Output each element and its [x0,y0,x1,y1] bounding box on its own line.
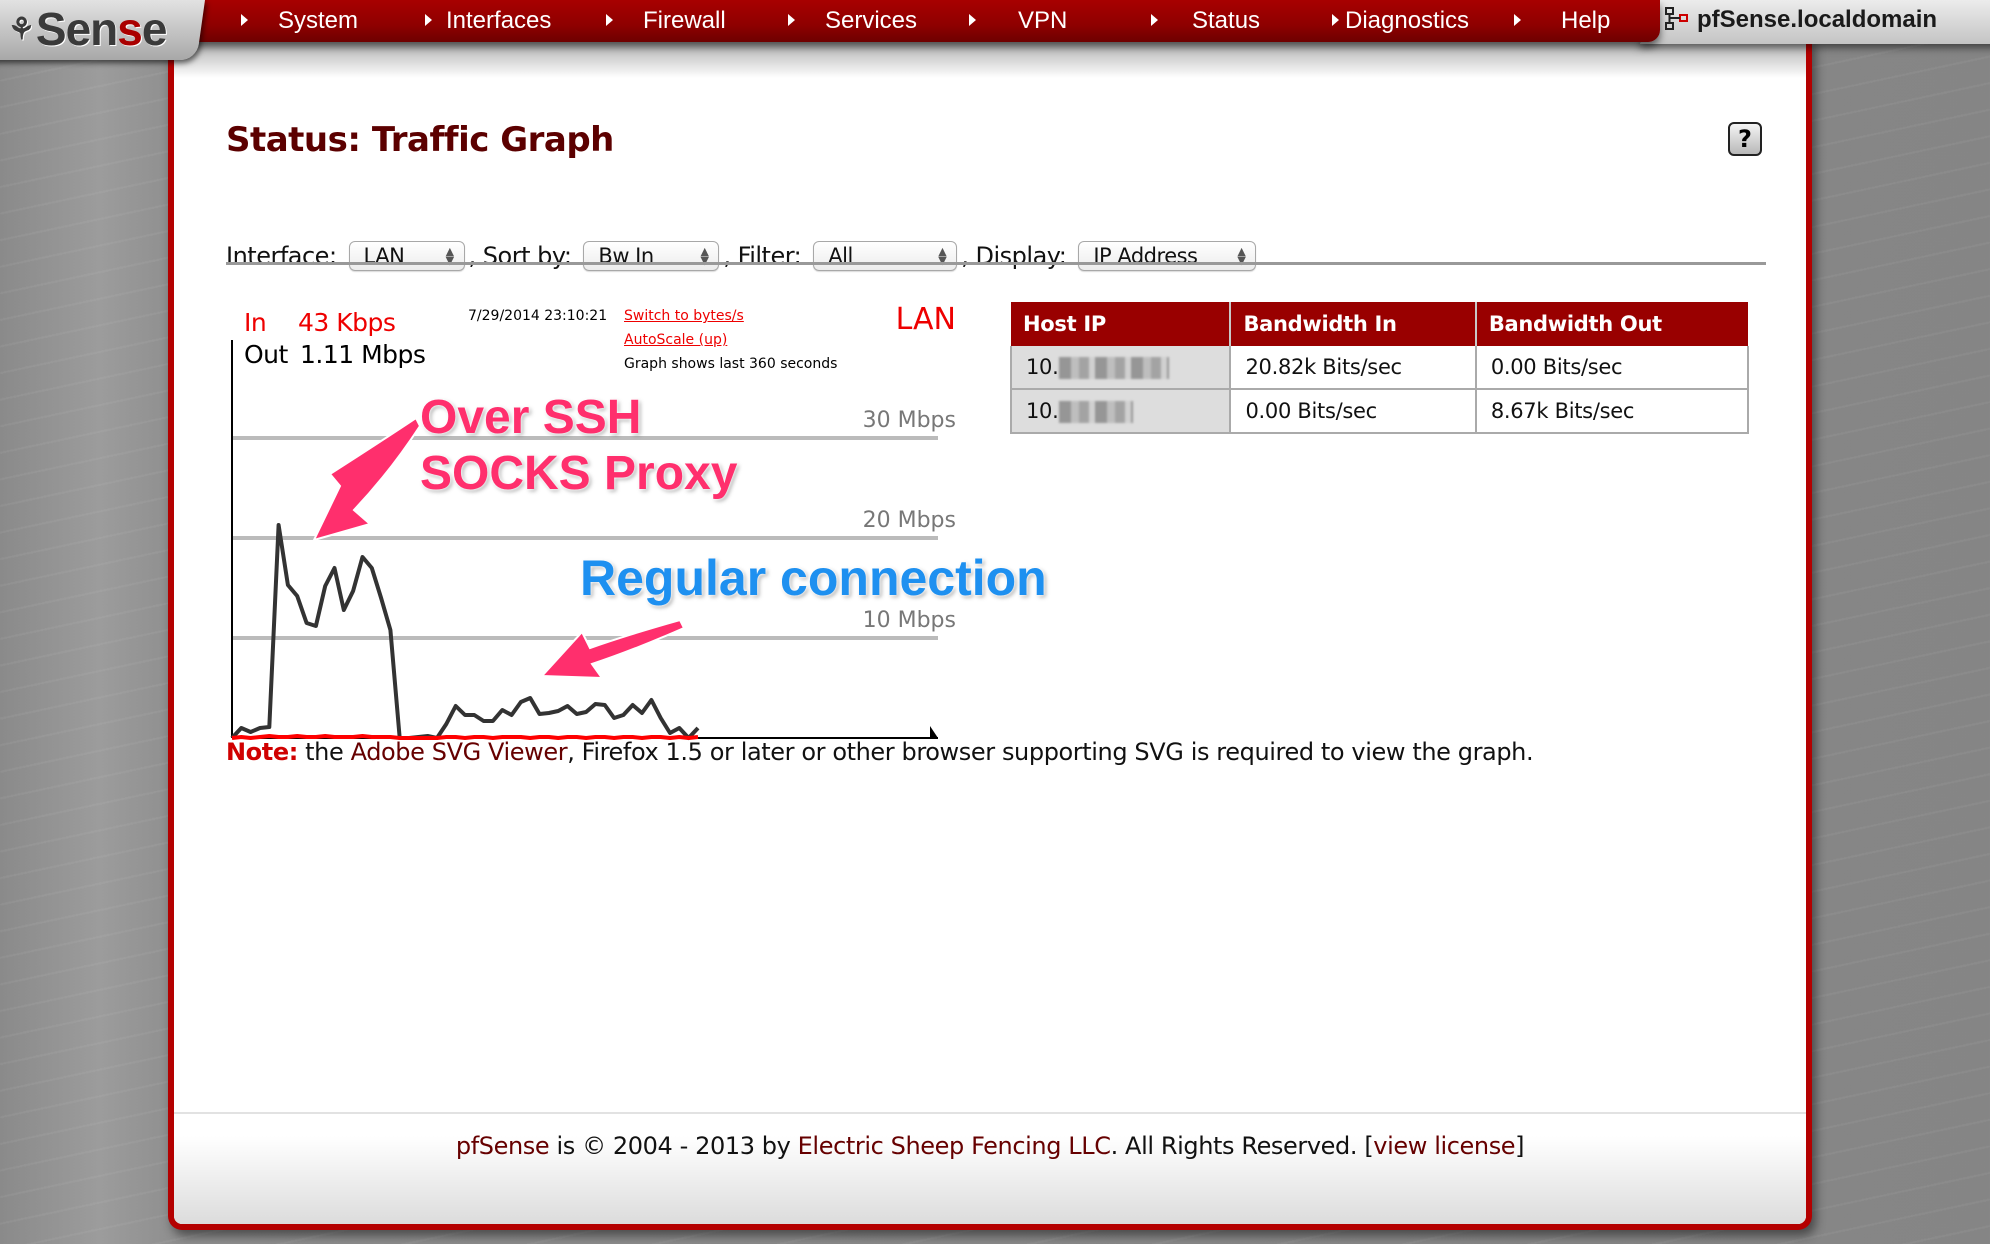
content-panel: Status: Traffic Graph ? Interface: LAN ▲… [168,38,1812,1230]
adobe-svg-viewer-link[interactable]: Adobe SVG Viewer [351,738,568,766]
caret-right-icon [425,14,432,27]
table-header-row: Host IP Bandwidth In Bandwidth Out [1011,302,1748,346]
annotation-ssh-line2: SOCKS Proxy [420,447,738,500]
pfsense-link[interactable]: pfSense [456,1132,550,1160]
main-menu: System Interfaces Firewall Services VPN … [190,0,1660,42]
interface-select[interactable]: LAN ▲ ▼ [348,241,465,271]
sortby-select[interactable]: Bw In ▲ ▼ [583,241,720,271]
column-bandwidth-in: Bandwidth In [1230,302,1477,346]
redacted-ip [1058,401,1133,423]
x-axis-arrow-icon [930,726,938,738]
redacted-ip [1058,357,1169,379]
pfsense-logo[interactable]: ⚘Sense [8,2,167,56]
footer: pfSense is © 2004 - 2013 by Electric She… [174,1112,1806,1224]
table-row: 10. 20.82k Bits/sec 0.00 Bits/sec [1009,346,1750,390]
annotation-regular: Regular connection [580,550,1047,606]
filter-label: , Filter: [723,242,802,270]
logo-glyph-icon: ⚘ [8,13,35,46]
svg-note: Note: the Adobe SVG Viewer, Firefox 1.5 … [226,738,1534,766]
bandwidth-out-cell: 0.00 Bits/sec [1475,346,1750,390]
column-bandwidth-out: Bandwidth Out [1475,302,1748,346]
company-link[interactable]: Electric Sheep Fencing LLC [798,1132,1111,1160]
table-row: 10. 0.00 Bits/sec 8.67k Bits/sec [1009,389,1750,434]
copyright-text: pfSense is © 2004 - 2013 by Electric She… [455,1132,1525,1160]
menu-diagnostics[interactable]: Diagnostics [1332,0,1469,42]
top-shadow [174,38,1806,78]
caret-right-icon [1151,14,1158,27]
caret-right-icon [241,14,248,27]
menu-firewall[interactable]: Firewall [606,0,726,42]
annotation-arrows [312,416,686,680]
traffic-graph: In 43 Kbps Out 1.11 Mbps 7/29/2014 23:10… [230,296,1047,740]
bandwidth-in-cell: 0.00 Bits/sec [1230,389,1477,434]
caret-right-icon [969,14,976,27]
menu-system[interactable]: System [241,0,358,42]
menu-services[interactable]: Services [788,0,917,42]
host-ip-cell: 10. [1009,346,1232,390]
page-title: Status: Traffic Graph [226,120,614,160]
bandwidth-out-cell: 8.67k Bits/sec [1475,389,1750,434]
annotation-ssh-line1: Over SSH [420,391,642,444]
interface-label: Interface: [226,242,337,270]
host-ip-cell: 10. [1009,389,1232,434]
host-bandwidth-table: Host IP Bandwidth In Bandwidth Out 10. 2… [1009,302,1750,434]
view-license-link[interactable]: view license [1373,1132,1515,1160]
network-icon [1665,6,1688,30]
caret-right-icon [788,14,795,27]
bandwidth-in-cell: 20.82k Bits/sec [1230,346,1477,390]
pink-arrow-ssh [312,416,422,542]
filter-select[interactable]: All ▲ ▼ [813,241,958,271]
sortby-label: , Sort by: [468,242,572,270]
menu-help[interactable]: Help [1514,0,1610,42]
note-label: Note: [226,738,298,766]
help-icon[interactable]: ? [1728,122,1762,156]
menu-vpn[interactable]: VPN [969,0,1067,42]
caret-right-icon [1332,14,1339,27]
caret-right-icon [606,14,613,27]
pink-arrow-regular [539,618,686,680]
hostname[interactable]: pfSense.localdomain [1665,0,1937,42]
column-host-ip: Host IP [1011,302,1232,346]
display-label: , Display: [961,242,1067,270]
menu-interfaces[interactable]: Interfaces [425,0,551,42]
separator-line [226,262,1766,265]
display-select[interactable]: IP Address ▲ ▼ [1078,241,1257,271]
menu-status[interactable]: Status [1151,0,1260,42]
graph-filters: Interface: LAN ▲ ▼ , Sort by: Bw In ▲ ▼ , … [226,238,1268,274]
caret-right-icon [1514,14,1521,27]
